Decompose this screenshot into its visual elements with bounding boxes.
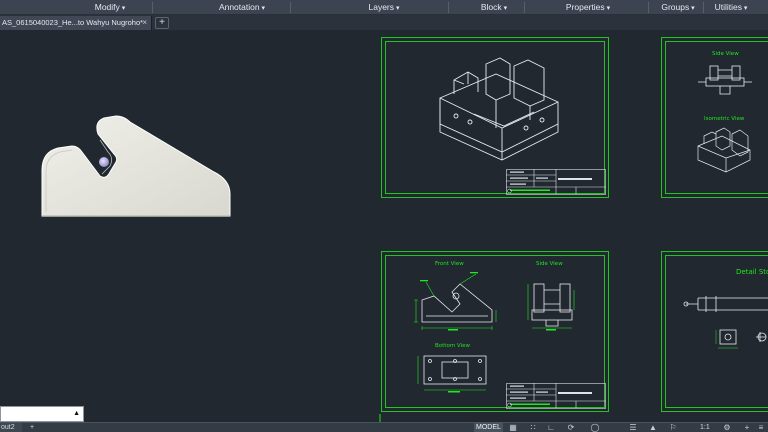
ribbon-separator — [524, 2, 525, 13]
lineweight-icon[interactable]: ☰ — [628, 423, 638, 432]
annotation-scale-icon[interactable]: ⚐ — [668, 423, 678, 432]
isometric-view-label: Isometric View — [704, 116, 745, 122]
layout-sheet-detail: Detail Sto — [661, 251, 768, 412]
ortho-icon[interactable]: ∟ — [546, 423, 556, 432]
drawing-canvas[interactable]: Side View Isometric View Front View Side… — [0, 30, 768, 432]
ribbon-modify-panel[interactable]: Modify — [70, 0, 150, 15]
menu-icon[interactable]: ≡ — [756, 423, 766, 432]
plus-icon[interactable]: + — [742, 423, 752, 432]
grid-icon[interactable]: ▦ — [508, 423, 518, 432]
status-bar: out2 + MODEL ▦ ∷ ∟ ⟳ ◯ ☰ ▲ ⚐ 1:1 ⚙ + ≡ — [0, 422, 768, 432]
detail-label: Detail Sto — [736, 268, 768, 276]
side-view-label-ortho: Side View — [536, 261, 563, 267]
file-tab-bar: AS_0615040023_He...to Wahyu Nugroho* × + — [0, 15, 768, 30]
model-space-button[interactable]: MODEL — [474, 423, 503, 432]
side-view-ortho-drawing — [527, 283, 575, 331]
bottom-view-drawing — [417, 355, 487, 393]
ribbon-annotation-panel[interactable]: Annotation — [196, 0, 288, 15]
ribbon-block-panel[interactable]: Block — [466, 0, 522, 15]
ribbon-properties-panel[interactable]: Properties — [545, 0, 631, 15]
add-layout-button[interactable]: + — [26, 423, 38, 432]
rendered-3d-part — [41, 115, 231, 217]
command-line-input[interactable]: ▲ — [0, 406, 84, 422]
ribbon-layers-panel[interactable]: Layers — [340, 0, 428, 15]
workspace-icon[interactable]: ⚙ — [722, 423, 732, 432]
polar-icon[interactable]: ⟳ — [566, 423, 576, 432]
title-block-ortho — [506, 383, 606, 409]
new-tab-button[interactable]: + — [155, 17, 169, 29]
isometric-view-drawing — [697, 127, 751, 173]
close-tab-icon[interactable]: × — [142, 16, 147, 30]
ribbon-separator — [152, 2, 153, 13]
ribbon-separator — [290, 2, 291, 13]
file-tab-active[interactable]: AS_0615040023_He...to Wahyu Nugroho* × — [0, 16, 152, 30]
annotation-icon[interactable]: ▲ — [648, 423, 658, 432]
layout-sheet-orthographic: Front View Side View Bottom View — [381, 251, 609, 412]
annotation-scale[interactable]: 1:1 — [700, 423, 718, 432]
autocad-window: Modify Annotation Layers Block Propertie… — [0, 0, 768, 432]
command-history-arrow-icon[interactable]: ▲ — [73, 410, 80, 417]
side-view-label: Side View — [712, 51, 739, 57]
osnap-icon[interactable]: ◯ — [590, 423, 600, 432]
bottom-view-label: Bottom View — [435, 343, 470, 349]
pin-sphere — [99, 157, 109, 167]
ribbon-panel-bar: Modify Annotation Layers Block Propertie… — [0, 0, 768, 15]
ribbon-groups-panel[interactable]: Groups — [653, 0, 703, 15]
isometric-drawing — [439, 57, 559, 161]
layout-tab-out2[interactable]: out2 — [0, 423, 22, 432]
detail-drawing — [683, 296, 768, 349]
file-tab-label: AS_0615040023_He...to Wahyu Nugroho* — [2, 18, 144, 27]
title-block — [506, 169, 606, 195]
ribbon-separator — [648, 2, 649, 13]
layout-sheet-isometric — [381, 37, 609, 198]
layout-sheet-side-iso: Side View Isometric View — [661, 37, 768, 198]
ribbon-separator — [703, 2, 704, 13]
ribbon-utilities-panel[interactable]: Utilities — [705, 0, 757, 15]
ribbon-separator — [448, 2, 449, 13]
front-view-label: Front View — [435, 261, 464, 267]
side-view-drawing — [698, 65, 752, 95]
snap-icon[interactable]: ∷ — [528, 423, 538, 432]
front-view-drawing — [414, 272, 497, 331]
